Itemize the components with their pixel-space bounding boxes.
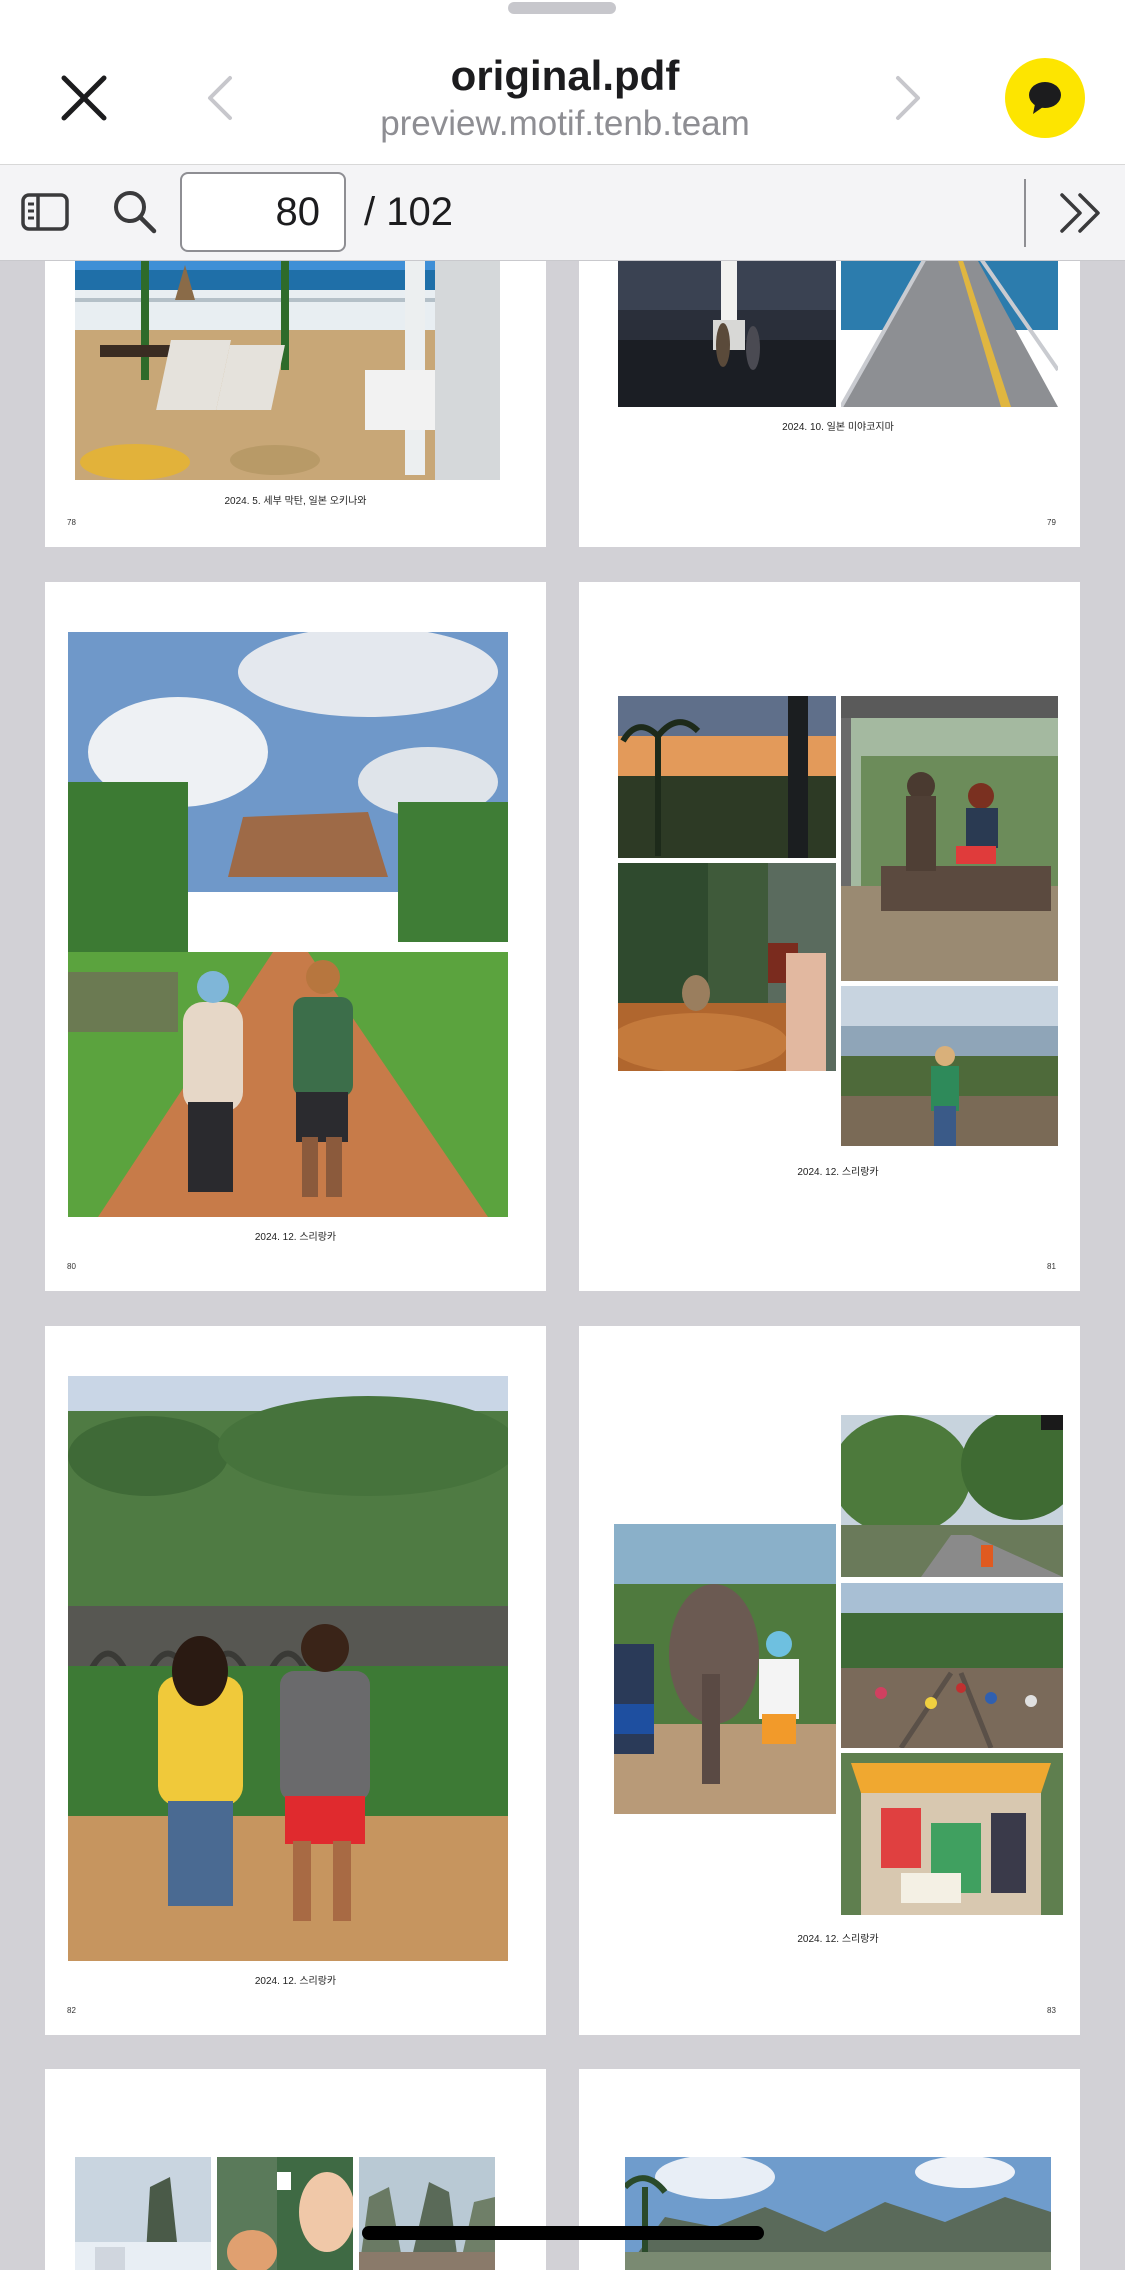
page-number: 82 [67, 2006, 76, 2015]
sidebar-icon [21, 193, 69, 231]
double-chevron-right-icon [1060, 193, 1100, 233]
previous-document-button[interactable] [200, 72, 240, 124]
close-icon [61, 75, 107, 121]
photo-hill-view [841, 986, 1058, 1146]
photo-forest-road [841, 1415, 1063, 1577]
chat-button[interactable] [1005, 58, 1085, 138]
search-icon [114, 191, 157, 234]
close-button[interactable] [56, 70, 112, 126]
pdf-page-80[interactable]: 2024. 12. 스리랑카 80 [45, 582, 546, 1291]
page-number: 78 [67, 518, 76, 527]
next-document-button[interactable] [888, 72, 928, 124]
page-caption: 2024. 12. 스리랑카 [797, 1934, 879, 1945]
photo-nine-arch-bridge [68, 1376, 508, 1961]
pdf-toolbar: / 102 [0, 165, 1125, 261]
toolbar-divider [1024, 179, 1026, 247]
photo-karst-peak [75, 2157, 211, 2270]
sheet-grabber[interactable] [508, 2, 616, 14]
page-caption: 2024. 10. 일본 미야코지마 [782, 422, 894, 433]
page-caption: 2024. 12. 스리랑카 [797, 1167, 879, 1178]
photo-karst-landscape [625, 2157, 1051, 2270]
pdf-page-83[interactable]: 2024. 12. 스리랑카 83 [579, 1326, 1080, 2035]
photo-monkey-cafe [618, 863, 836, 1071]
search-button[interactable] [110, 187, 160, 237]
pdf-page-81[interactable]: 2024. 12. 스리랑카 81 [579, 582, 1080, 1291]
sidebar-toggle-button[interactable] [20, 189, 70, 235]
page-caption: 2024. 12. 스리랑카 [254, 1232, 337, 1243]
photo-sunset-palms [618, 696, 836, 858]
page-total: / 102 [364, 190, 453, 234]
page-number: 81 [1047, 1262, 1056, 1271]
chevron-right-icon [896, 76, 920, 120]
document-title: original.pdf [450, 52, 680, 99]
viewer-header: original.pdf preview.motif.tenb.team [0, 0, 1125, 165]
page-number: 83 [1047, 2006, 1056, 2015]
photo-sigiriya-couple [68, 632, 508, 1217]
photo-statue-pavilion [841, 696, 1058, 981]
page-number: 80 [67, 1262, 76, 1271]
chevron-left-icon [208, 76, 232, 120]
page-caption: 2024. 12. 스리랑카 [254, 1976, 337, 1987]
photo-selfie-cliff [217, 2157, 353, 2270]
photo-food-stall [841, 1753, 1063, 1915]
pdf-page-82[interactable]: 2024. 12. 스리랑카 82 [45, 1326, 546, 2035]
photo-railway-crowd [841, 1583, 1063, 1748]
speech-bubble-icon [1029, 82, 1061, 114]
photo-elephant [614, 1524, 836, 1814]
photo-mountain-group [359, 2157, 495, 2270]
page-caption: 2024. 5. 세부 막탄, 일본 오키나와 [224, 496, 367, 507]
home-indicator [362, 2226, 764, 2240]
page-number-input[interactable] [180, 172, 346, 252]
expand-toolbar-button[interactable] [1056, 191, 1106, 235]
document-title-area: original.pdf preview.motif.tenb.team [300, 50, 830, 146]
document-source: preview.motif.tenb.team [380, 104, 750, 143]
page-number: 79 [1047, 518, 1056, 527]
